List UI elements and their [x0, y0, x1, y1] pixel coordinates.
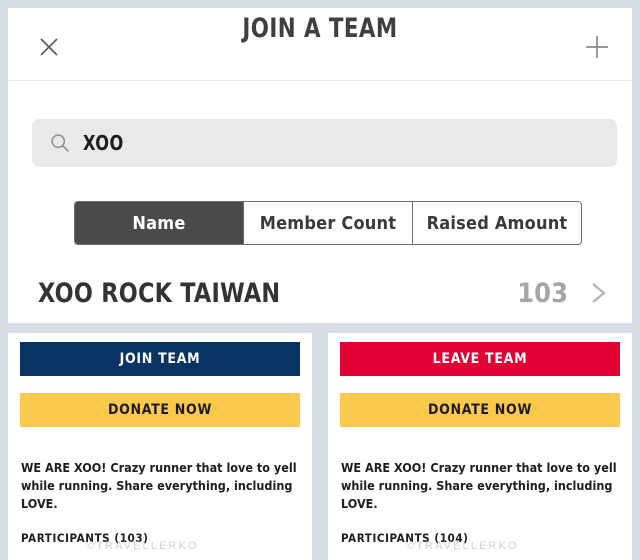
header-divider [8, 80, 632, 81]
page-title: JOIN A TEAM [242, 13, 398, 44]
plus-icon[interactable] [584, 34, 610, 60]
team-list-row[interactable]: XOO ROCK TAIWAN 103 [8, 263, 632, 323]
donate-now-button-right[interactable]: DONATE NOW [340, 393, 620, 427]
search-input[interactable]: XOO [32, 119, 617, 167]
team-description-left: WE ARE XOO! Crazy runner that love to ye… [21, 460, 297, 511]
join-team-card: JOIN A TEAM XOO Name Member Count Raised… [8, 8, 632, 323]
panel-joined: JOIN TEAM DONATE NOW WE ARE XOO! Crazy r… [8, 333, 312, 560]
panel-member: LEAVE TEAM DONATE NOW WE ARE XOO! Crazy … [328, 333, 632, 560]
team-member-count: 103 [517, 277, 568, 309]
search-value: XOO [83, 131, 124, 155]
tab-raised-amount[interactable]: Raised Amount [413, 202, 581, 244]
chevron-right-icon[interactable] [588, 280, 610, 306]
sort-tabs: Name Member Count Raised Amount [74, 201, 582, 245]
search-icon [50, 133, 70, 153]
participants-label-right: PARTICIPANTS (104) [341, 531, 469, 545]
participants-label-left: PARTICIPANTS (103) [21, 531, 149, 545]
close-icon[interactable] [38, 36, 60, 58]
tab-member-count[interactable]: Member Count [244, 202, 413, 244]
tab-name[interactable]: Name [75, 202, 244, 244]
team-name: XOO ROCK TAIWAN [38, 277, 281, 309]
join-team-button[interactable]: JOIN TEAM [20, 342, 300, 376]
donate-now-button-left[interactable]: DONATE NOW [20, 393, 300, 427]
team-detail-panels: JOIN TEAM DONATE NOW WE ARE XOO! Crazy r… [8, 333, 632, 560]
card-header: JOIN A TEAM [8, 8, 632, 70]
team-description-right: WE ARE XOO! Crazy runner that love to ye… [341, 460, 617, 511]
app-frame: JOIN A TEAM XOO Name Member Count Raised… [0, 0, 640, 560]
leave-team-button[interactable]: LEAVE TEAM [340, 342, 620, 376]
